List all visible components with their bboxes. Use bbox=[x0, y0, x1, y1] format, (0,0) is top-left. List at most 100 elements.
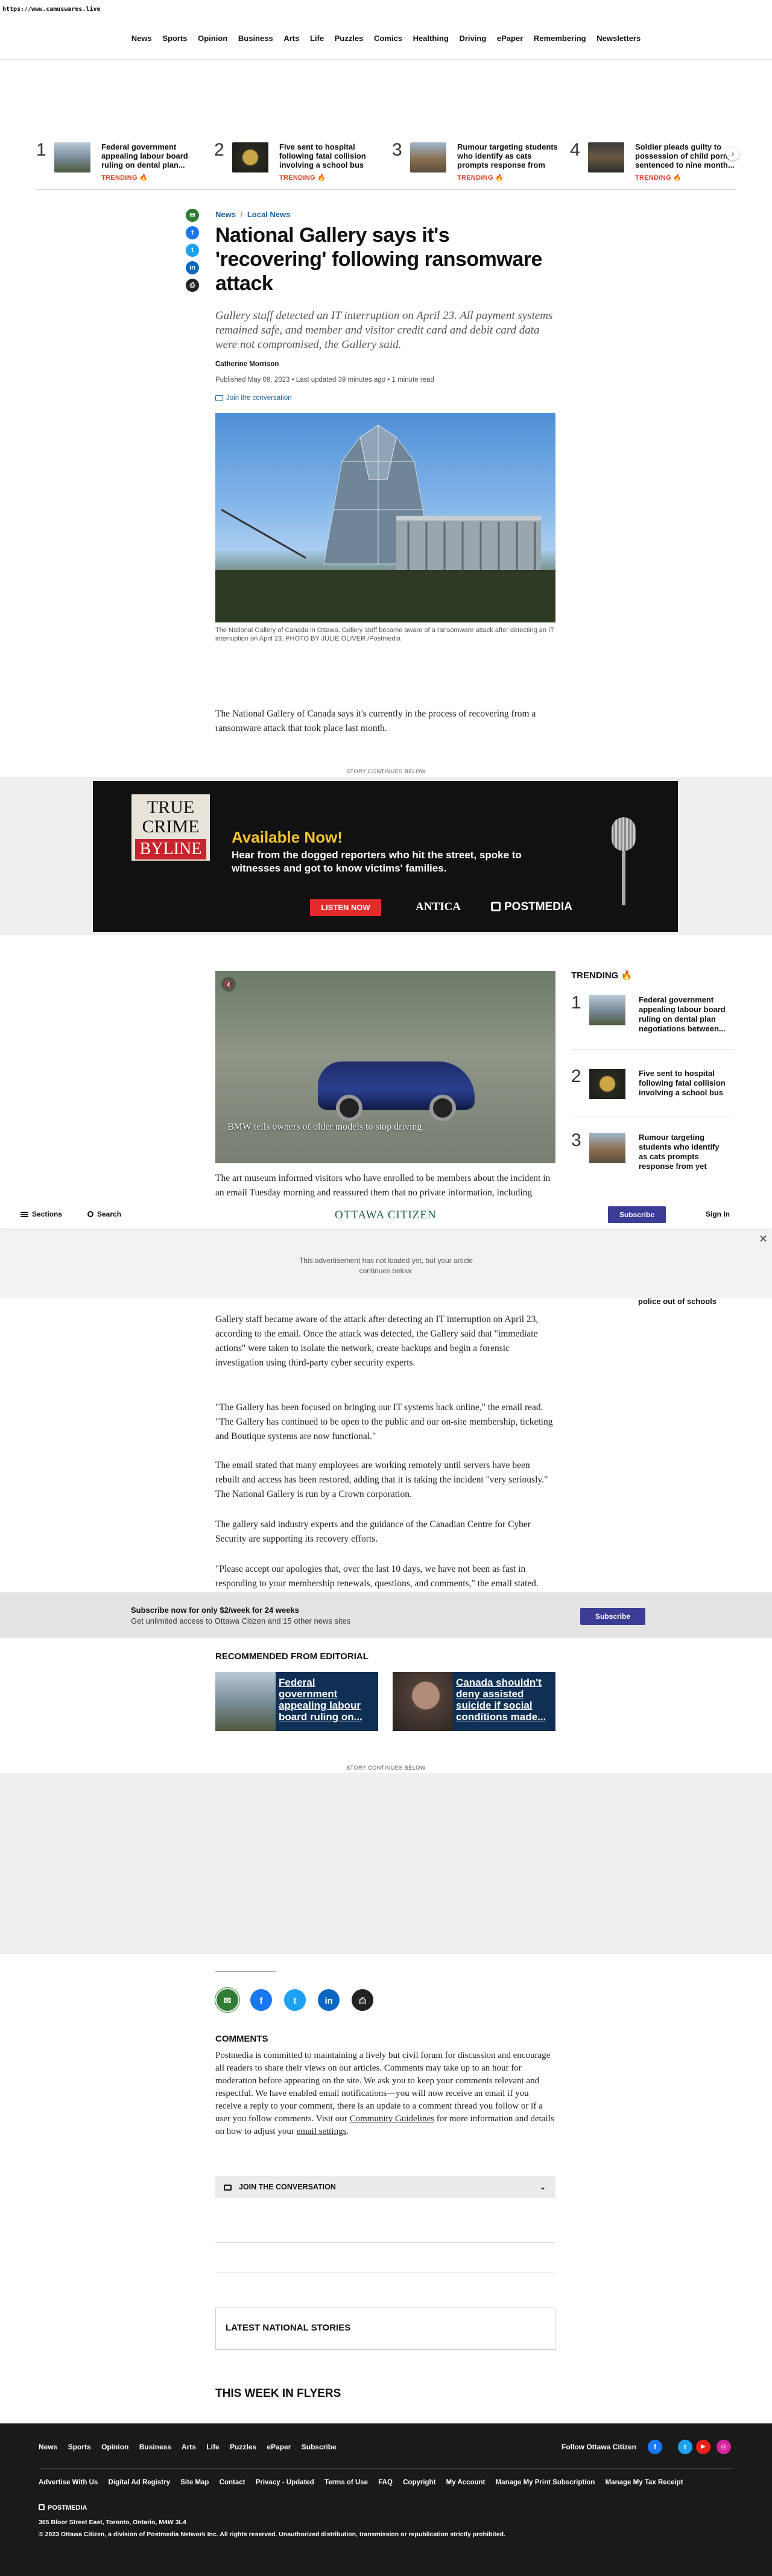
footer-link-privacy[interactable]: Privacy - Updated bbox=[256, 2479, 314, 2486]
nav-comics[interactable]: Comics bbox=[374, 34, 402, 43]
video-mute-icon[interactable]: 🔇 bbox=[221, 977, 236, 992]
nav-opinion[interactable]: Opinion bbox=[198, 34, 227, 43]
join-conversation-link[interactable]: Join the conversation bbox=[215, 394, 292, 402]
footer-nav-sports[interactable]: Sports bbox=[68, 2443, 91, 2451]
breadcrumb-news[interactable]: News bbox=[215, 210, 236, 219]
ad-logo-line: BYLINE bbox=[135, 839, 206, 859]
footer-link-my-account[interactable]: My Account bbox=[446, 2479, 486, 2486]
email-share-icon[interactable]: ✉ bbox=[186, 209, 199, 222]
sections-menu-button[interactable]: Sections bbox=[21, 1210, 62, 1218]
trending-number: 3 bbox=[571, 1130, 581, 1150]
main-nav: News Sports Opinion Business Arts Life P… bbox=[0, 34, 772, 43]
footer-link-tax-receipt[interactable]: Manage My Tax Receipt bbox=[606, 2479, 683, 2486]
footer-nav-opinion[interactable]: Opinion bbox=[101, 2443, 128, 2451]
nav-healthing[interactable]: Healthing bbox=[413, 34, 449, 43]
ottawa-citizen-logo[interactable]: OTTAWA CITIZEN bbox=[335, 1209, 437, 1222]
facebook-share-icon[interactable]: f bbox=[186, 226, 199, 239]
nav-sports[interactable]: Sports bbox=[162, 34, 187, 43]
trending-headline[interactable]: Five sent to hospital following fatal co… bbox=[279, 142, 382, 169]
ad-logo-line: CRIME bbox=[142, 817, 200, 837]
search-button[interactable]: Search bbox=[87, 1210, 121, 1218]
footer-link-digital-ad-registry[interactable]: Digital Ad Registry bbox=[109, 2479, 170, 2486]
footer-nav-news[interactable]: News bbox=[39, 2443, 57, 2451]
print-share-icon[interactable]: ⎙ bbox=[186, 279, 199, 292]
email-share-icon[interactable]: ✉ bbox=[215, 1988, 239, 2012]
nav-remembering[interactable]: Remembering bbox=[534, 34, 586, 43]
trending-item[interactable]: 2 Five sent to hospital following fatal … bbox=[214, 134, 389, 182]
footer-nav-life[interactable]: Life bbox=[206, 2443, 219, 2451]
trending-number: 2 bbox=[214, 140, 224, 160]
footer-nav-subscribe[interactable]: Subscribe bbox=[302, 2443, 337, 2451]
recommended-card[interactable]: Federal government appealing labour boar… bbox=[215, 1672, 378, 1731]
footer-nav-business[interactable]: Business bbox=[139, 2443, 171, 2451]
footer-link-site-map[interactable]: Site Map bbox=[180, 2479, 209, 2486]
linkedin-share-icon[interactable]: in bbox=[317, 1988, 341, 2012]
footer-facebook-icon[interactable]: f bbox=[648, 2440, 662, 2454]
recommended-headline[interactable]: Canada shouldn't deny assisted suicide i… bbox=[456, 1677, 552, 1725]
trending-thumbnail bbox=[232, 142, 268, 172]
linkedin-share-icon[interactable]: in bbox=[186, 261, 199, 274]
footer-postmedia-logo[interactable]: POSTMEDIA bbox=[39, 2504, 87, 2511]
sidebar-trending-item[interactable]: 2 Five sent to hospital following fatal … bbox=[571, 1063, 734, 1123]
true-crime-byline-ad[interactable]: TRUE CRIME BYLINE Available Now! Hear fr… bbox=[93, 781, 678, 932]
trending-item[interactable]: 3 Rumour targeting students who identify… bbox=[392, 134, 567, 182]
author-name[interactable]: Catherine Morrison bbox=[215, 361, 279, 368]
email-settings-link[interactable]: email settings bbox=[297, 2127, 347, 2136]
carousel-next-button[interactable]: › bbox=[726, 147, 739, 160]
trending-number: 1 bbox=[36, 140, 46, 160]
recommended-card[interactable]: Canada shouldn't deny assisted suicide i… bbox=[393, 1672, 555, 1731]
footer-twitter-icon[interactable]: t bbox=[678, 2440, 692, 2454]
footer-link-copyright[interactable]: Copyright bbox=[403, 2479, 435, 2486]
footer-link-contact[interactable]: Contact bbox=[220, 2479, 245, 2486]
subscribe-button[interactable]: Subscribe bbox=[608, 1206, 666, 1223]
community-guidelines-link[interactable]: Community Guidelines bbox=[350, 2114, 434, 2124]
sign-in-link[interactable]: Sign In bbox=[706, 1210, 730, 1218]
url-bar[interactable]: https://www.camuswares.live bbox=[2, 6, 101, 13]
print-share-icon[interactable]: ⎙ bbox=[350, 1988, 375, 2012]
twitter-share-icon[interactable]: t bbox=[186, 244, 199, 257]
trending-number: 3 bbox=[392, 140, 402, 160]
recommended-headline[interactable]: Federal government appealing labour boar… bbox=[279, 1677, 375, 1725]
footer-nav-puzzles[interactable]: Puzzles bbox=[230, 2443, 256, 2451]
trending-headline[interactable]: Rumour targeting students who identify a… bbox=[639, 1133, 729, 1171]
trending-headline[interactable]: Five sent to hospital following fatal co… bbox=[639, 1069, 729, 1107]
microphone-icon bbox=[612, 817, 636, 851]
breadcrumb-local-news[interactable]: Local News bbox=[247, 210, 291, 219]
footer-nav-arts[interactable]: Arts bbox=[182, 2443, 196, 2451]
trending-tag: TRENDING 🔥 bbox=[279, 174, 326, 182]
ad-close-icon[interactable]: ✕ bbox=[759, 1233, 768, 1245]
trending-headline[interactable]: Soldier pleads guilty to possession of c… bbox=[635, 142, 738, 169]
trending-item[interactable]: 1 Federal government appealing labour bo… bbox=[36, 134, 211, 182]
footer-link-advertise[interactable]: Advertise With Us bbox=[39, 2479, 98, 2486]
facebook-share-icon[interactable]: f bbox=[249, 1988, 273, 2012]
trending-headline[interactable]: Federal government appealing labour boar… bbox=[101, 142, 204, 169]
twitter-share-icon[interactable]: t bbox=[283, 1988, 307, 2012]
sidebar-trending-peek[interactable]: police out of schools bbox=[638, 1297, 717, 1306]
footer-link-terms[interactable]: Terms of Use bbox=[324, 2479, 368, 2486]
trending-headline[interactable]: Federal government appealing labour boar… bbox=[639, 995, 729, 1034]
nav-epaper[interactable]: ePaper bbox=[497, 34, 523, 43]
nav-news[interactable]: News bbox=[131, 34, 152, 43]
article-paragraph: The National Gallery of Canada says it's… bbox=[215, 709, 536, 733]
nav-life[interactable]: Life bbox=[310, 34, 324, 43]
subscribe-banner-button[interactable]: Subscribe bbox=[580, 1608, 645, 1625]
footer-instagram-icon[interactable]: ◎ bbox=[717, 2440, 731, 2454]
nav-divider bbox=[0, 59, 772, 60]
sidebar-trending-item[interactable]: 3 Rumour targeting students who identify… bbox=[571, 1127, 734, 1187]
video-player[interactable]: 🔇 BMW tells owners of older models to st… bbox=[215, 971, 555, 1163]
breadcrumb-separator: / bbox=[240, 210, 243, 219]
ad-listen-button[interactable]: LISTEN NOW bbox=[310, 899, 381, 916]
footer-nav-epaper[interactable]: ePaper bbox=[267, 2443, 291, 2451]
footer-youtube-icon[interactable]: ▶ bbox=[696, 2440, 710, 2454]
join-conversation-button[interactable]: JOIN THE CONVERSATION ⌄ bbox=[215, 2176, 555, 2198]
footer-link-print-subscription[interactable]: Manage My Print Subscription bbox=[496, 2479, 595, 2486]
nav-puzzles[interactable]: Puzzles bbox=[335, 34, 364, 43]
nav-business[interactable]: Business bbox=[238, 34, 273, 43]
nav-driving[interactable]: Driving bbox=[459, 34, 486, 43]
footer-link-faq[interactable]: FAQ bbox=[378, 2479, 393, 2486]
nav-newsletters[interactable]: Newsletters bbox=[596, 34, 641, 43]
trending-headline[interactable]: Rumour targeting students who identify a… bbox=[457, 142, 560, 169]
trending-item[interactable]: 4 Soldier pleads guilty to possession of… bbox=[570, 134, 745, 182]
sidebar-trending-item[interactable]: 1 Federal government appealing labour bo… bbox=[571, 989, 734, 1049]
nav-arts[interactable]: Arts bbox=[283, 34, 299, 43]
